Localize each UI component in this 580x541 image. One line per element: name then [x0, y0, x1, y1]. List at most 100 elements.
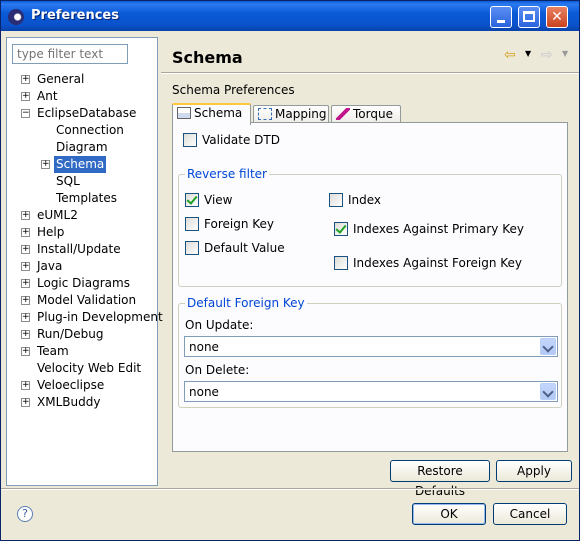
- back-dropdown-icon[interactable]: ▼: [525, 49, 531, 58]
- tree-item-veloeclipse[interactable]: + Veloeclipse: [7, 377, 157, 394]
- tree-item-team[interactable]: + Team: [7, 343, 157, 360]
- maximize-button[interactable]: [518, 6, 540, 28]
- indexes-against-fk-checkbox[interactable]: [334, 256, 348, 270]
- tree-item-general[interactable]: + General: [7, 71, 157, 88]
- back-arrow-icon[interactable]: ⇦: [504, 47, 516, 63]
- view-checkbox[interactable]: [185, 193, 199, 207]
- tree-item-schema[interactable]: + Schema: [7, 156, 157, 173]
- section-label: Schema Preferences: [172, 83, 295, 97]
- tree-item-label: Install/Update: [37, 242, 121, 256]
- collapse-icon[interactable]: −: [21, 109, 30, 118]
- forward-arrow-icon[interactable]: ⇨: [541, 47, 553, 63]
- tree-item-label: Diagram: [56, 140, 108, 154]
- tree-item-label: Team: [37, 344, 69, 358]
- tree-item-label: SQL: [56, 174, 80, 188]
- schema-icon: [177, 107, 191, 119]
- expand-icon[interactable]: +: [21, 330, 30, 339]
- expand-icon[interactable]: +: [21, 398, 30, 407]
- index-label: Index: [348, 193, 382, 207]
- expand-icon[interactable]: +: [21, 381, 30, 390]
- expand-icon[interactable]: +: [21, 245, 30, 254]
- foreign-key-checkbox[interactable]: [185, 217, 199, 231]
- expand-icon[interactable]: +: [21, 296, 30, 305]
- help-icon[interactable]: ?: [17, 506, 33, 522]
- index-checkbox[interactable]: [329, 193, 343, 207]
- default-value-checkbox[interactable]: [185, 241, 199, 255]
- tree-item-label: Schema: [54, 156, 107, 173]
- tree-item-label: Java: [37, 259, 63, 273]
- chevron-down-icon[interactable]: [540, 383, 556, 400]
- tree-item-label: Logic Diagrams: [37, 276, 130, 290]
- tree-item-label: Connection: [56, 123, 124, 137]
- tree-item-label: eUML2: [37, 208, 78, 222]
- validate-dtd-label: Validate DTD: [202, 133, 280, 147]
- default-foreign-key-legend: Default Foreign Key: [185, 296, 307, 310]
- on-update-select[interactable]: none: [184, 336, 558, 357]
- eclipse-icon: [8, 9, 24, 25]
- ok-button[interactable]: OK: [412, 503, 486, 525]
- close-button[interactable]: ✕: [546, 6, 568, 28]
- tree-item-connection[interactable]: Connection: [7, 122, 157, 139]
- tree-item-model-validation[interactable]: + Model Validation: [7, 292, 157, 309]
- preference-tree: + General + Ant − EclipseDatabase Connection Di…: [7, 71, 163, 411]
- default-value-label: Default Value: [204, 241, 285, 255]
- tree-item-velocity-web-edit[interactable]: Velocity Web Edit: [7, 360, 157, 377]
- on-update-label: On Update:: [185, 318, 254, 332]
- forward-dropdown-icon[interactable]: ▼: [562, 49, 568, 58]
- tree-item-install-update[interactable]: + Install/Update: [7, 241, 157, 258]
- tree-item-label: XMLBuddy: [37, 395, 101, 409]
- expand-icon[interactable]: +: [21, 228, 30, 237]
- indexes-against-pk-checkbox[interactable]: [334, 222, 348, 236]
- tree-item-label: EclipseDatabase: [37, 106, 137, 120]
- preferences-window: Preferences ✕ +General+Ant−EclipseDataba…: [0, 0, 580, 541]
- window-title: Preferences: [31, 8, 119, 23]
- tree-item-label: Templates: [56, 191, 118, 205]
- expand-icon[interactable]: +: [21, 75, 30, 84]
- minimize-icon: [497, 20, 505, 23]
- tree-item-xmlbuddy[interactable]: + XMLBuddy: [7, 394, 157, 411]
- tab-schema[interactable]: Schema: [172, 103, 251, 125]
- on-delete-select[interactable]: none: [184, 381, 558, 402]
- header-divider-highlight: [161, 73, 579, 74]
- mapping-icon: [258, 108, 272, 120]
- expand-icon[interactable]: +: [21, 92, 30, 101]
- cancel-button[interactable]: Cancel: [493, 503, 567, 525]
- expand-icon[interactable]: +: [21, 313, 30, 322]
- tab-content-schema: Validate DTD Reverse filter View Index F…: [172, 122, 568, 452]
- tree-item-plug-in-development[interactable]: + Plug-in Development: [7, 309, 163, 326]
- torque-icon: [336, 108, 350, 120]
- apply-button[interactable]: Apply: [496, 460, 572, 482]
- title-bar[interactable]: Preferences ✕: [1, 1, 579, 31]
- tab-strip: Schema Mapping Torque: [172, 103, 572, 125]
- tree-item-label: General: [37, 72, 85, 86]
- tab-torque-label: Torque: [353, 107, 393, 121]
- maximize-icon: [523, 11, 535, 22]
- tree-item-help[interactable]: + Help: [7, 224, 157, 241]
- restore-defaults-button[interactable]: Restore Defaults: [390, 460, 490, 498]
- chevron-down-icon[interactable]: [540, 338, 556, 355]
- tree-item-logic-diagrams[interactable]: + Logic Diagrams: [7, 275, 157, 292]
- validate-dtd-checkbox[interactable]: [183, 133, 197, 147]
- expand-icon[interactable]: +: [21, 262, 30, 271]
- tree-item-euml2[interactable]: + eUML2: [7, 207, 157, 224]
- tab-mapping-label: Mapping: [275, 107, 327, 121]
- tree-item-run-debug[interactable]: + Run/Debug: [7, 326, 157, 343]
- expand-icon[interactable]: +: [21, 211, 30, 220]
- tree-item-templates[interactable]: Templates: [7, 190, 157, 207]
- expand-icon[interactable]: +: [41, 160, 50, 169]
- tree-item-eclipsedatabase[interactable]: − EclipseDatabase: [7, 105, 157, 122]
- tree-item-diagram[interactable]: Diagram: [7, 139, 157, 156]
- tree-item-sql[interactable]: SQL: [7, 173, 157, 190]
- filter-input[interactable]: [12, 44, 128, 64]
- close-icon: ✕: [551, 9, 563, 25]
- tree-item-label: Veloeclipse: [37, 378, 105, 392]
- indexes-against-fk-label: Indexes Against Foreign Key: [353, 256, 523, 270]
- foreign-key-label: Foreign Key: [204, 217, 274, 231]
- reverse-filter-group: Reverse filter View Index Foreign Key In…: [178, 167, 562, 287]
- on-update-value: none: [189, 340, 219, 354]
- expand-icon[interactable]: +: [21, 347, 30, 356]
- expand-icon[interactable]: +: [21, 279, 30, 288]
- minimize-button[interactable]: [490, 6, 512, 28]
- tree-item-ant[interactable]: + Ant: [7, 88, 157, 105]
- tree-item-java[interactable]: + Java: [7, 258, 157, 275]
